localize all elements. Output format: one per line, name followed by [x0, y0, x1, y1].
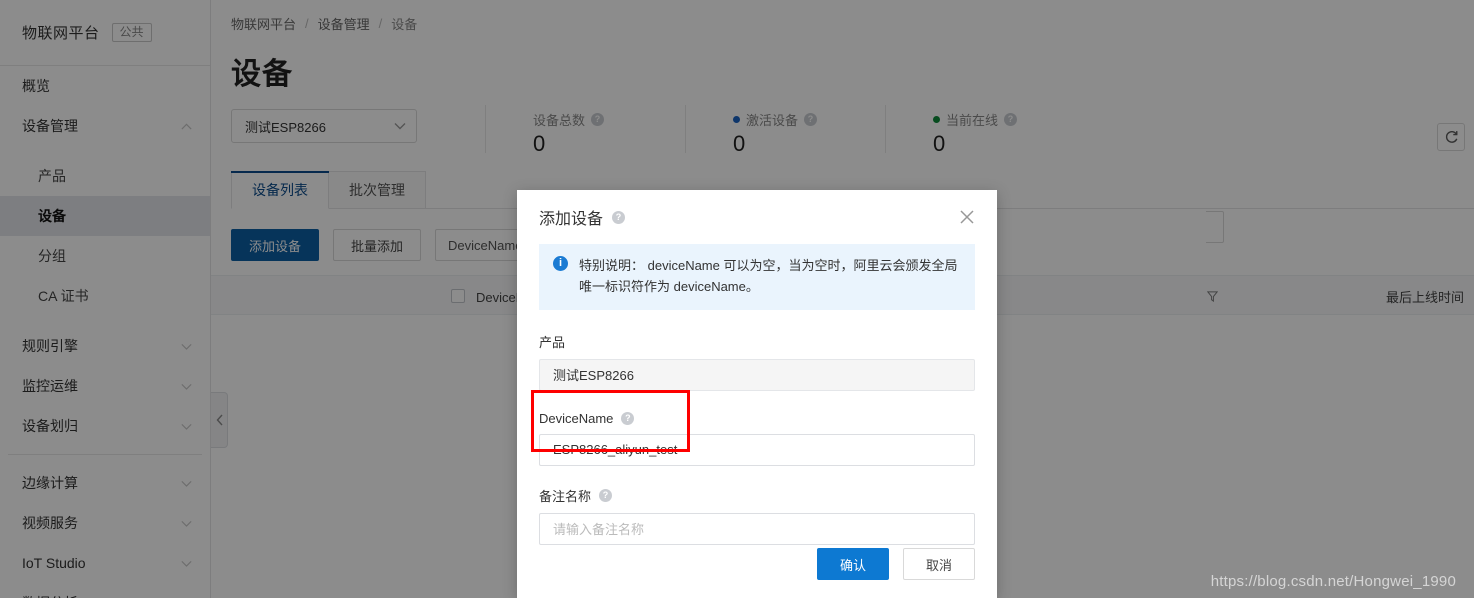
close-icon [960, 210, 974, 224]
app-root: 物联网平台 公共 概览 设备管理 产品 设备 分组 CA 证书 规则引擎 监控运维 设备划归 边缘… [0, 0, 1474, 598]
field-input[interactable]: 请输入备注名称 [539, 512, 975, 545]
cancel-button[interactable]: 取消 [902, 548, 975, 580]
form-field: 备注名称? 请输入备注名称 [539, 486, 975, 545]
question-icon[interactable]: ? [612, 210, 626, 224]
close-button[interactable] [957, 207, 977, 227]
field-value: ESP8266_aliyun_test [553, 442, 678, 458]
question-icon[interactable]: ? [599, 488, 613, 502]
dialog-header: 添加设备 ? [517, 190, 997, 244]
form-field: DeviceName? ESP8266_aliyun_test [539, 411, 975, 466]
dialog-title: 添加设备 [539, 211, 604, 228]
dialog-form: 产品测试ESP8266 DeviceName? ESP8266_aliyun_tes… [517, 310, 997, 545]
dialog-footer: 确认 取消 [816, 548, 975, 580]
field-label: 备注名称 [539, 488, 592, 504]
field-label-row: DeviceName? [539, 411, 975, 426]
info-banner-text: 特别说明： deviceName 可以为空，当为空时，阿里云会颁发全局唯一标识符… [579, 258, 958, 295]
info-banner: i 特别说明： deviceName 可以为空，当为空时，阿里云会颁发全局唯一标… [539, 244, 975, 310]
field-input: 测试ESP8266 [539, 358, 975, 391]
field-input[interactable]: ESP8266_aliyun_test [539, 433, 975, 466]
watermark: https://blog.csdn.net/Hongwei_1990 [1210, 573, 1456, 590]
info-icon: i [553, 256, 568, 271]
question-icon[interactable]: ? [621, 411, 635, 425]
field-label: DeviceName [539, 410, 614, 426]
field-value: 测试ESP8266 [553, 368, 634, 384]
confirm-button[interactable]: 确认 [816, 548, 889, 580]
form-field: 产品测试ESP8266 [539, 332, 975, 391]
field-label-row: 产品 [539, 332, 975, 351]
field-label: 产品 [539, 334, 566, 350]
add-device-dialog: 添加设备 ? i 特别说明： deviceName 可以为空，当为空时，阿里云会… [517, 190, 997, 598]
field-label-row: 备注名称? [539, 486, 975, 505]
field-placeholder: 请输入备注名称 [553, 522, 645, 538]
